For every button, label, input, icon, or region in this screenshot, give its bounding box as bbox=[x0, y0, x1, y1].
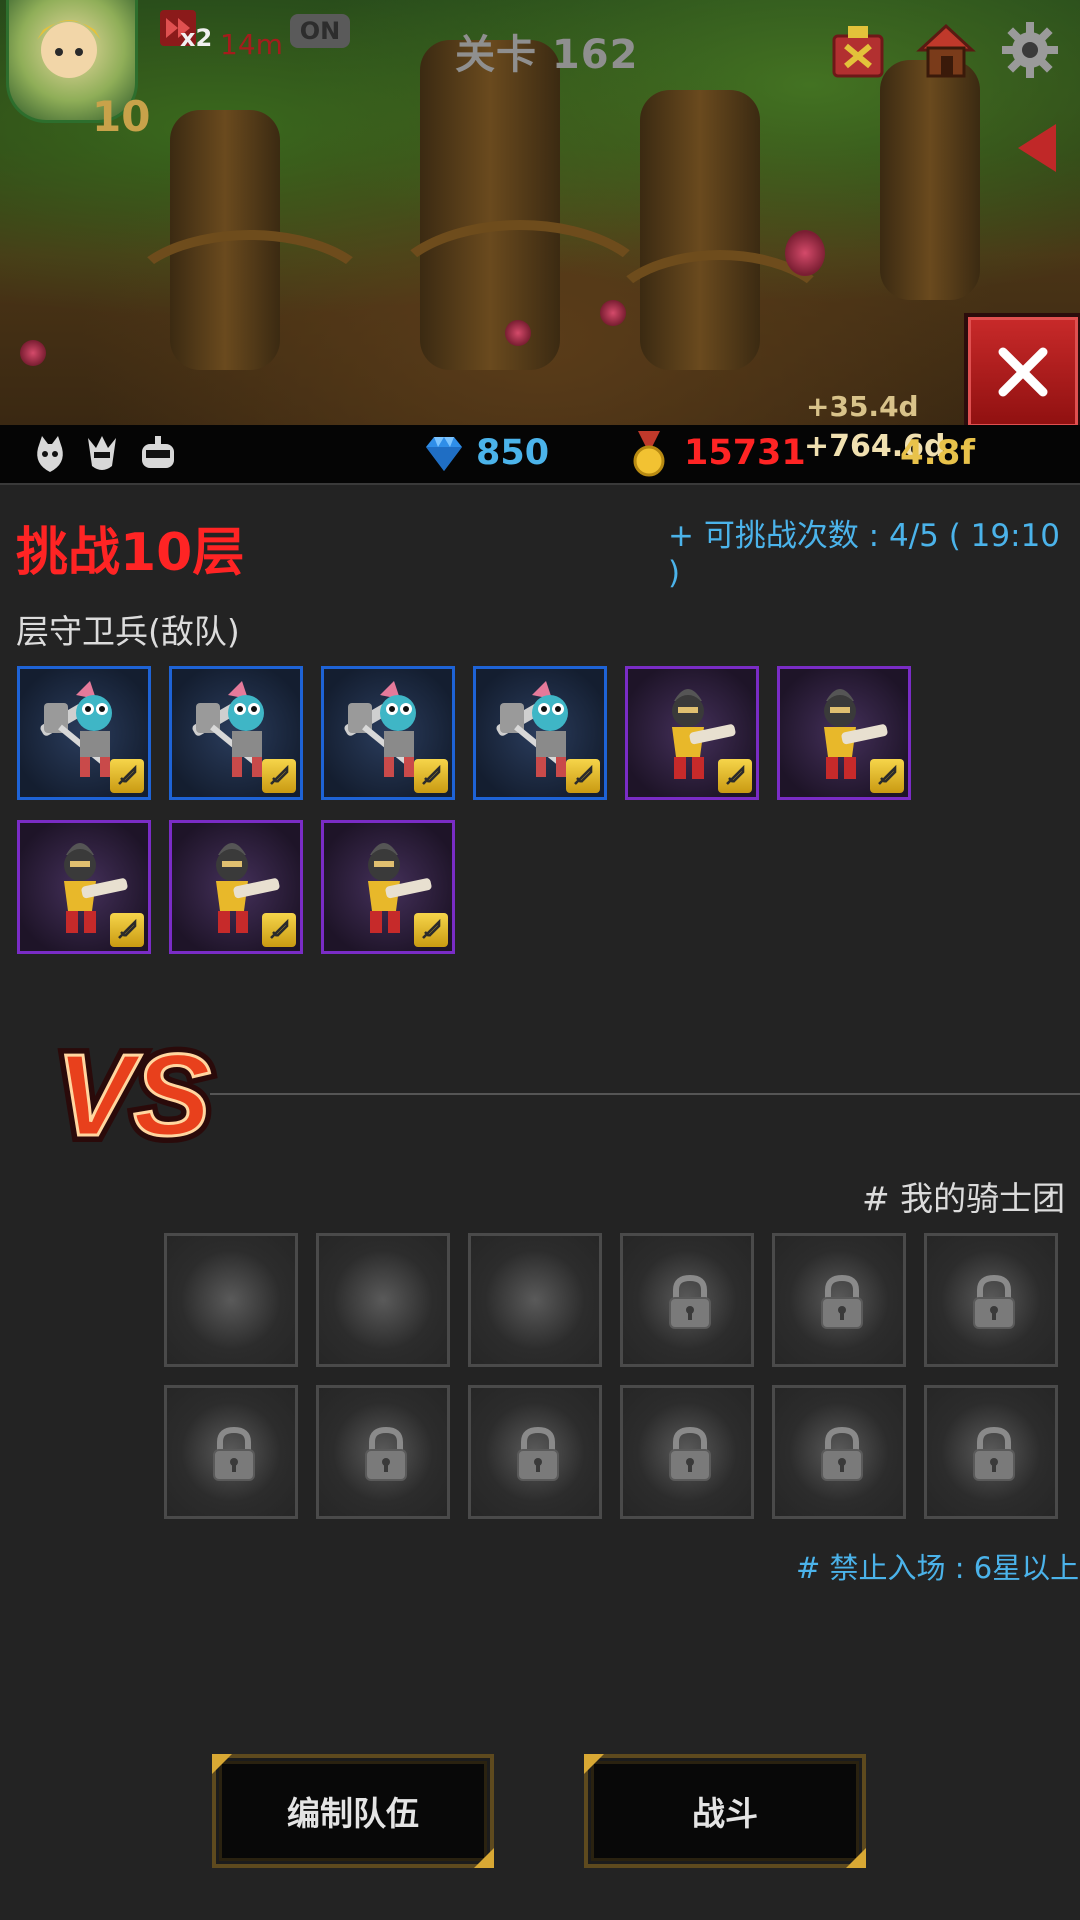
auto-toggle[interactable]: ON bbox=[290, 14, 350, 48]
sword-icon bbox=[422, 764, 441, 785]
enemy-team-label: 层守卫兵(敌队) bbox=[16, 612, 240, 651]
home-button[interactable] bbox=[916, 20, 976, 80]
sword-icon bbox=[726, 764, 745, 785]
gem-count: 850 bbox=[476, 433, 550, 473]
lock-icon bbox=[213, 1426, 255, 1481]
close-button[interactable] bbox=[964, 313, 1080, 425]
lock-icon bbox=[821, 1426, 863, 1481]
lock-icon bbox=[669, 1274, 711, 1329]
locked-team-slot bbox=[620, 1385, 754, 1519]
lock-icon bbox=[821, 1274, 863, 1329]
challenge-title: 挑战10层 bbox=[16, 523, 245, 583]
edit-team-label: 编制队伍 bbox=[287, 1794, 419, 1833]
timer-text: 14m bbox=[220, 28, 283, 61]
diamond-icon bbox=[426, 437, 462, 471]
empty-team-slot[interactable] bbox=[468, 1233, 602, 1367]
attack-type-badge bbox=[110, 759, 144, 793]
enemy-unit-slot[interactable] bbox=[169, 666, 303, 800]
attack-type-badge bbox=[870, 759, 904, 793]
empty-team-slot[interactable] bbox=[164, 1233, 298, 1367]
battle-scene: 10 x2 14m ON 关卡 162 +35.4d bbox=[0, 0, 1080, 425]
battle-label: 战斗 bbox=[692, 1794, 758, 1833]
enemy-unit-slot[interactable] bbox=[321, 666, 455, 800]
attack-type-badge bbox=[414, 759, 448, 793]
shop-box-button[interactable] bbox=[828, 20, 888, 80]
collapse-arrow-icon[interactable] bbox=[1018, 124, 1056, 172]
sword-icon bbox=[270, 764, 289, 785]
locked-team-slot bbox=[468, 1385, 602, 1519]
cat-unit-icon bbox=[37, 436, 63, 472]
enemy-unit-slot[interactable] bbox=[17, 666, 151, 800]
floating-text-3: 4.8f bbox=[900, 433, 976, 473]
lock-icon bbox=[973, 1426, 1015, 1481]
locked-team-slot bbox=[924, 1233, 1058, 1367]
gear-icon bbox=[1002, 22, 1058, 78]
lock-icon bbox=[517, 1426, 559, 1481]
edit-team-button[interactable]: 编制队伍 bbox=[212, 1754, 494, 1868]
attack-type-badge bbox=[262, 913, 296, 947]
sword-icon bbox=[118, 764, 137, 785]
speed-badge[interactable]: x2 bbox=[160, 10, 213, 52]
attack-type-badge bbox=[414, 913, 448, 947]
enemy-unit-slot[interactable] bbox=[321, 820, 455, 954]
locked-team-slot bbox=[620, 1233, 754, 1367]
player-level: 10 bbox=[92, 92, 151, 141]
robot-unit-icon bbox=[142, 436, 174, 468]
divider-line bbox=[210, 1093, 1080, 1095]
locked-team-slot bbox=[316, 1385, 450, 1519]
versus-emblem: VS VS bbox=[50, 1025, 218, 1155]
sword-icon bbox=[878, 764, 897, 785]
dark-knight-icon bbox=[88, 436, 116, 470]
locked-team-slot bbox=[924, 1385, 1058, 1519]
close-icon bbox=[998, 347, 1048, 397]
attack-type-badge bbox=[718, 759, 752, 793]
battle-button[interactable]: 战斗 bbox=[584, 1754, 866, 1868]
lock-icon bbox=[973, 1274, 1015, 1329]
enemy-unit-slot[interactable] bbox=[17, 820, 151, 954]
attack-type-badge bbox=[110, 913, 144, 947]
enemy-unit-slot[interactable] bbox=[169, 820, 303, 954]
locked-team-slot bbox=[164, 1385, 298, 1519]
medal-icon bbox=[633, 431, 665, 477]
enemy-unit-slot[interactable] bbox=[777, 666, 911, 800]
locked-team-slot bbox=[772, 1385, 906, 1519]
resource-bar: 850 15731 +764.6d 4.8f bbox=[0, 425, 1080, 485]
attack-type-badge bbox=[262, 759, 296, 793]
attack-type-badge bbox=[566, 759, 600, 793]
sword-icon bbox=[422, 918, 441, 939]
settings-button[interactable] bbox=[1000, 20, 1060, 80]
house-icon bbox=[916, 23, 976, 78]
medal-count: 15731 bbox=[684, 433, 806, 473]
gift-box-icon bbox=[832, 26, 884, 78]
restriction-text: # 禁止入场 : 6星以上 bbox=[796, 1551, 1080, 1585]
empty-team-slot[interactable] bbox=[316, 1233, 450, 1367]
speed-label: x2 bbox=[180, 24, 213, 52]
attempts-info: + 可挑战次数 : 4/5 ( 19:10 ) bbox=[668, 518, 1061, 591]
lock-icon bbox=[669, 1426, 711, 1481]
enemy-unit-slot[interactable] bbox=[625, 666, 759, 800]
vs-text: VS bbox=[56, 1030, 211, 1155]
floating-text: +35.4d bbox=[806, 390, 919, 423]
sword-icon bbox=[574, 764, 593, 785]
locked-team-slot bbox=[772, 1233, 906, 1367]
my-team-label: # 我的骑士团 bbox=[862, 1179, 1066, 1218]
stage-label: 关卡 162 bbox=[455, 32, 639, 78]
enemy-unit-slot[interactable] bbox=[473, 666, 607, 800]
sword-icon bbox=[270, 918, 289, 939]
sword-icon bbox=[118, 918, 137, 939]
lock-icon bbox=[365, 1426, 407, 1481]
